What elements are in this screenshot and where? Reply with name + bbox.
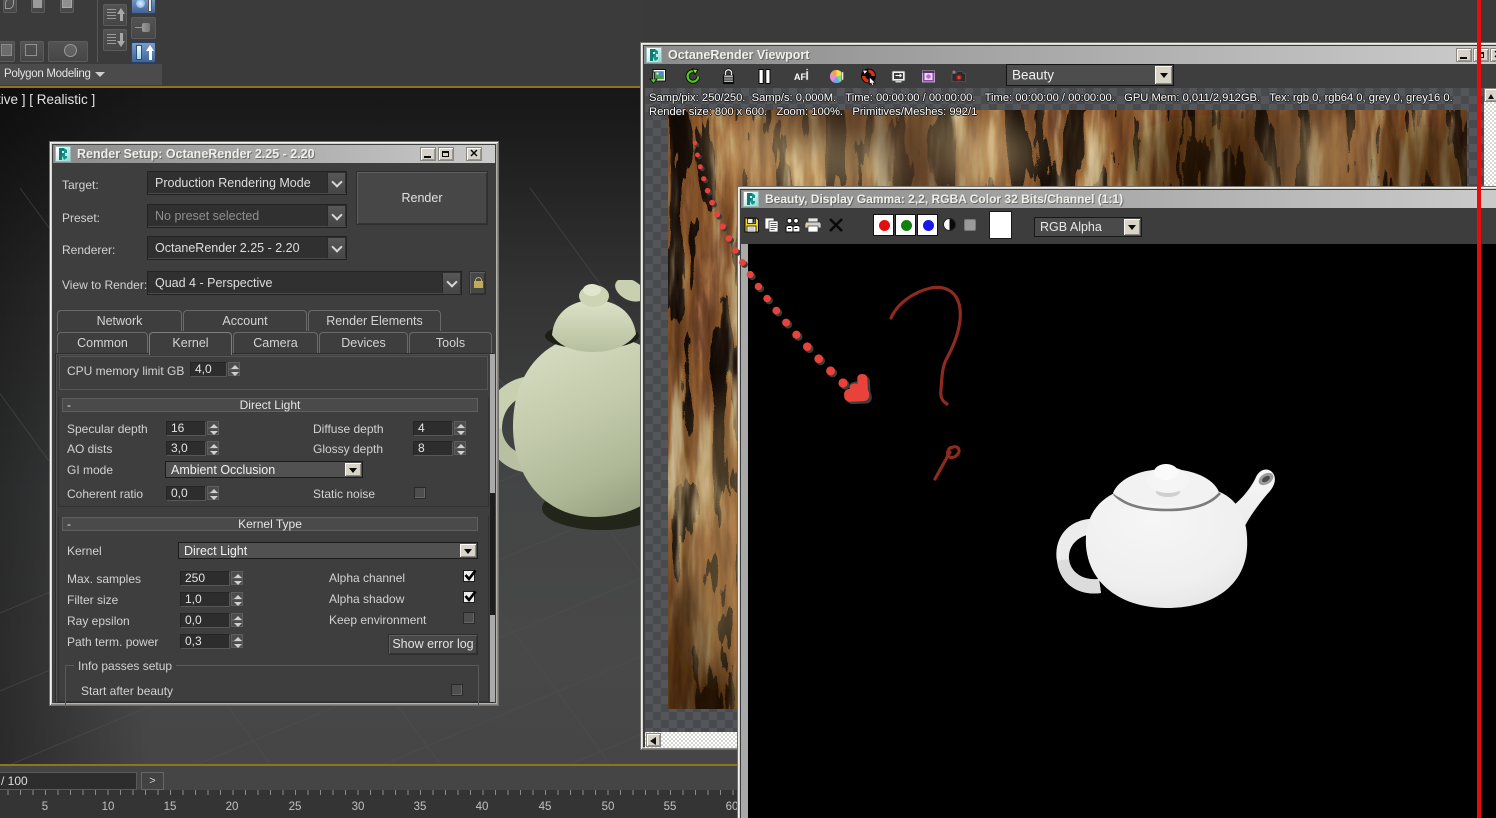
svg-text:25: 25 — [289, 801, 302, 813]
svg-text:15: 15 — [164, 801, 177, 813]
svg-text:45: 45 — [539, 801, 552, 813]
svg-text:5: 5 — [42, 801, 48, 813]
svg-text:30: 30 — [352, 801, 365, 813]
svg-text:AF: AF — [794, 72, 806, 82]
svg-text:40: 40 — [476, 801, 489, 813]
svg-text:10: 10 — [102, 801, 115, 813]
svg-text:55: 55 — [664, 801, 677, 813]
svg-text:35: 35 — [414, 801, 427, 813]
svg-text:20: 20 — [226, 801, 239, 813]
svg-text:50: 50 — [602, 801, 615, 813]
